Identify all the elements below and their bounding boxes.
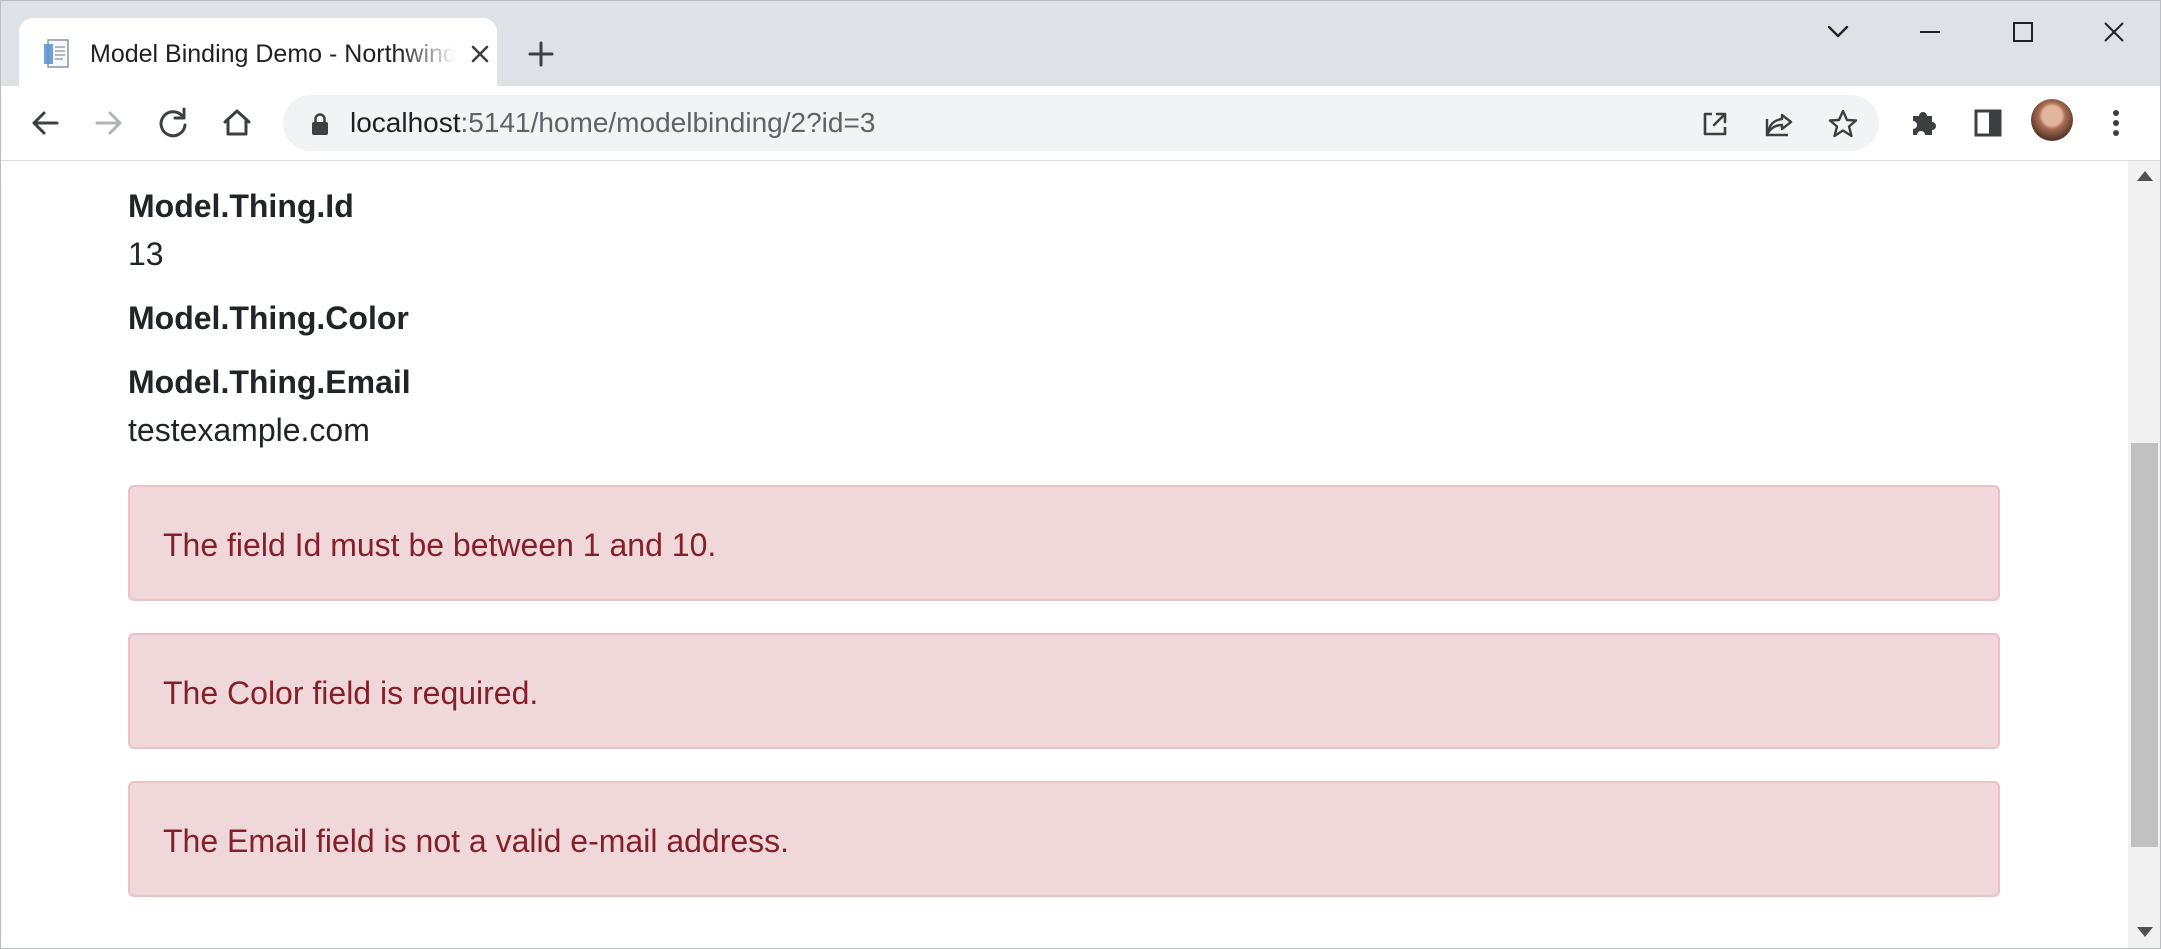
extensions-puzzle-icon[interactable]	[1902, 101, 1946, 145]
home-icon[interactable]	[215, 101, 259, 145]
reload-icon[interactable]	[151, 101, 195, 145]
forward-arrow-icon[interactable]	[87, 101, 131, 145]
field-label-email: Model.Thing.Email	[128, 364, 411, 400]
more-vert-icon[interactable]	[2094, 101, 2138, 145]
back-arrow-icon[interactable]	[23, 101, 67, 145]
validation-alert: The Email field is not a valid e-mail ad…	[128, 781, 2000, 897]
address-bar[interactable]: localhost:5141/home/modelbinding/2?id=3	[283, 95, 1879, 151]
url-host: localhost	[350, 107, 461, 138]
tab-active[interactable]: Model Binding Demo - Northwind	[19, 18, 497, 86]
scroll-up-arrow-icon[interactable]	[2137, 171, 2153, 181]
url-text[interactable]: localhost:5141/home/modelbinding/2?id=3	[350, 105, 875, 141]
url-path: :5141/home/modelbinding/2?id=3	[460, 107, 876, 138]
browser-toolbar: localhost:5141/home/modelbinding/2?id=3	[1, 86, 2160, 161]
alert-message: The field Id must be between 1 and 10.	[163, 527, 717, 563]
side-panel-icon[interactable]	[1966, 101, 2010, 145]
page-content: Model.Thing.Id 13 Model.Thing.Color Mode…	[1, 161, 2128, 948]
tab-title: Model Binding Demo - Northwind	[90, 40, 455, 68]
alert-message: The Email field is not a valid e-mail ad…	[163, 823, 790, 859]
close-icon[interactable]	[463, 37, 497, 71]
vertical-scrollbar[interactable]	[2128, 161, 2160, 948]
scroll-down-arrow-icon[interactable]	[2137, 927, 2153, 937]
field-value-id: 13	[128, 236, 164, 272]
chevron-down-icon[interactable]	[1813, 15, 1863, 49]
bookmark-star-icon[interactable]	[1826, 107, 1860, 141]
maximize-icon[interactable]	[1997, 15, 2047, 49]
browser-window: Model Binding Demo - Northwind localhost…	[0, 0, 2161, 949]
validation-alert: The Color field is required.	[128, 633, 2000, 749]
alert-message: The Color field is required.	[163, 675, 539, 711]
field-label-color: Model.Thing.Color	[128, 300, 409, 336]
avatar[interactable]	[2031, 99, 2073, 141]
scrollbar-thumb[interactable]	[2131, 443, 2158, 847]
document-icon	[43, 38, 73, 70]
lock-icon[interactable]	[308, 111, 332, 137]
field-value-email: testexample.com	[128, 412, 370, 448]
plus-icon[interactable]	[521, 34, 561, 74]
tab-strip: Model Binding Demo - Northwind	[1, 1, 2160, 86]
share-icon[interactable]	[1762, 107, 1796, 141]
close-icon[interactable]	[2089, 15, 2139, 49]
minimize-icon[interactable]	[1905, 15, 1955, 49]
field-label-id: Model.Thing.Id	[128, 188, 354, 224]
validation-alert: The field Id must be between 1 and 10.	[128, 485, 2000, 601]
open-in-app-icon[interactable]	[1698, 107, 1732, 141]
